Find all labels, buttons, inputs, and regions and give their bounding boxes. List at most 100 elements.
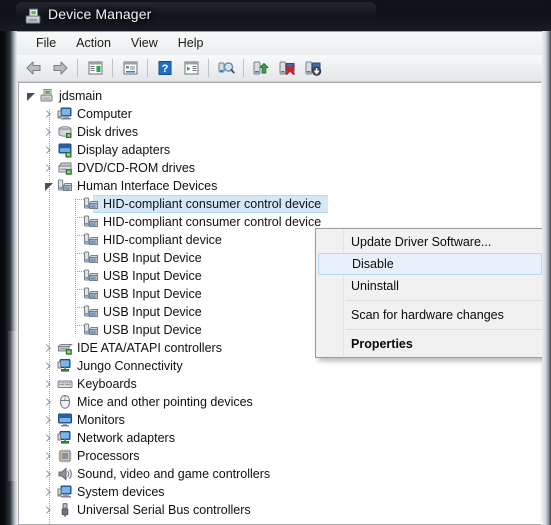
- enable-device-button[interactable]: [301, 57, 325, 80]
- tree-node-label: Computer: [77, 107, 132, 121]
- context-menu-item-scan-for-hardware-changes[interactable]: Scan for hardware changes: [316, 304, 542, 326]
- speaker-icon: [58, 467, 72, 481]
- tree-node[interactable]: Computer: [19, 105, 541, 123]
- chevron-right-icon[interactable]: [45, 415, 54, 425]
- menu-help[interactable]: Help: [168, 34, 214, 53]
- help-button[interactable]: ?: [153, 57, 177, 80]
- hid-device-icon: [84, 233, 98, 245]
- context-menu[interactable]: Update Driver Software... Disable Uninstal…: [315, 228, 542, 358]
- chevron-right-icon[interactable]: [45, 109, 54, 119]
- network-icon: [57, 431, 71, 444]
- hid-icon: [57, 178, 73, 194]
- hid-device-icon: [84, 215, 98, 227]
- monitor-icon: [58, 413, 72, 427]
- display-adapter-icon: [58, 143, 72, 158]
- tree-node[interactable]: Disk drives: [19, 123, 541, 141]
- hid-device-icon: [84, 197, 98, 209]
- svg-text:?: ?: [162, 63, 169, 75]
- chevron-right-icon[interactable]: [45, 487, 54, 497]
- tree-node-label: USB Input Device: [103, 305, 202, 319]
- toolbar-separator: [147, 59, 148, 77]
- menu-action[interactable]: Action: [66, 34, 121, 53]
- menu-bar: File Action View Help: [17, 32, 542, 55]
- title-bar[interactable]: Device Manager: [0, 0, 551, 31]
- chevron-right-icon[interactable]: [45, 343, 54, 353]
- tree-node-label: IDE ATA/ATAPI controllers: [77, 341, 222, 355]
- context-menu-item-properties[interactable]: Properties: [316, 333, 542, 355]
- disable-device-button[interactable]: [275, 57, 299, 80]
- device-manager-icon: [25, 8, 41, 24]
- tree-node-label: Universal Serial Bus controllers: [77, 503, 251, 517]
- tree-node[interactable]: DVD/CD-ROM drives: [19, 159, 541, 177]
- tree-node-label: DVD/CD-ROM drives: [77, 161, 196, 175]
- tree-node-label: Monitors: [77, 413, 125, 427]
- context-menu-item-uninstall[interactable]: Uninstall: [316, 275, 542, 297]
- chevron-down-icon[interactable]: [45, 182, 54, 191]
- hid-icon: [58, 179, 72, 191]
- window-title: Device Manager: [48, 6, 152, 22]
- tree-node[interactable]: Monitors: [19, 411, 541, 429]
- show-hide-console-tree-button[interactable]: [83, 57, 107, 80]
- toolbar-separator: [112, 59, 113, 77]
- hid-device-icon: [84, 305, 98, 317]
- hid-device-icon: [83, 250, 99, 266]
- tree-node[interactable]: Network adapters: [19, 429, 541, 447]
- hid-device-icon: [84, 251, 98, 263]
- keyboard-icon: [57, 376, 73, 392]
- tree-node-label: Sound, video and game controllers: [77, 467, 271, 481]
- chevron-right-icon[interactable]: [45, 505, 54, 515]
- update-driver-software-button[interactable]: [249, 57, 273, 80]
- context-menu-item-update-driver-software[interactable]: Update Driver Software...: [316, 231, 542, 253]
- scan-for-hardware-changes-icon: [218, 62, 235, 74]
- hid-device-icon: [84, 269, 98, 281]
- hid-device-icon: [84, 287, 98, 299]
- menu-view[interactable]: View: [121, 34, 168, 53]
- chevron-right-icon[interactable]: [45, 469, 54, 479]
- chevron-down-icon[interactable]: [27, 92, 36, 101]
- tree-node-label: USB Input Device: [103, 251, 202, 265]
- tree-node[interactable]: Human Interface Devices: [19, 177, 541, 195]
- tree-node[interactable]: Jungo Connectivity: [19, 357, 541, 375]
- tree-node[interactable]: Keyboards: [19, 375, 541, 393]
- tree-node-label: Network adapters: [77, 431, 175, 445]
- computer-icon: [57, 106, 73, 122]
- scan-for-hardware-changes-button[interactable]: [214, 57, 238, 80]
- tree-node[interactable]: System devices: [19, 483, 541, 501]
- properties-icon: [123, 61, 137, 75]
- chevron-right-icon[interactable]: [45, 127, 54, 137]
- context-menu-item-disable[interactable]: Disable: [318, 253, 542, 275]
- computer-icon: [57, 485, 72, 498]
- display-adapter-icon: [57, 142, 73, 158]
- computer-icon: [57, 107, 72, 120]
- dvd-drive-icon: [57, 162, 72, 175]
- tree-node[interactable]: Universal Serial Bus controllers: [19, 501, 541, 519]
- enable-device-icon: [305, 61, 322, 76]
- hid-device-icon: [83, 196, 99, 212]
- show-hide-action-pane-button[interactable]: [179, 57, 203, 80]
- chevron-right-icon[interactable]: [45, 397, 54, 407]
- hid-device-icon: [83, 286, 99, 302]
- chevron-right-icon[interactable]: [45, 145, 54, 155]
- tree-root-node[interactable]: jdsmain: [19, 87, 541, 105]
- tree-node[interactable]: Display adapters: [19, 141, 541, 159]
- menu-file[interactable]: File: [26, 34, 66, 53]
- tree-node[interactable]: Processors: [19, 447, 541, 465]
- tree-node[interactable]: Mice and other pointing devices: [19, 393, 541, 411]
- forward-button[interactable]: [48, 57, 72, 80]
- tree-node[interactable]: Sound, video and game controllers: [19, 465, 541, 483]
- computer-node-icon: [39, 88, 55, 104]
- tree-node[interactable]: HID-compliant consumer control device: [19, 195, 541, 213]
- properties-button[interactable]: [118, 57, 142, 80]
- context-menu-separator: [346, 300, 542, 301]
- chevron-right-icon[interactable]: [45, 163, 54, 173]
- back-button[interactable]: [22, 57, 46, 80]
- hid-device-icon: [84, 323, 98, 335]
- chevron-right-icon[interactable]: [45, 433, 54, 443]
- processor-icon: [58, 449, 72, 463]
- chevron-right-icon[interactable]: [45, 451, 54, 461]
- tree-node-label: jdsmain: [59, 89, 103, 103]
- processor-icon: [57, 448, 73, 464]
- chevron-right-icon[interactable]: [45, 379, 54, 389]
- ide-controller-icon: [57, 344, 73, 355]
- chevron-right-icon[interactable]: [45, 361, 54, 371]
